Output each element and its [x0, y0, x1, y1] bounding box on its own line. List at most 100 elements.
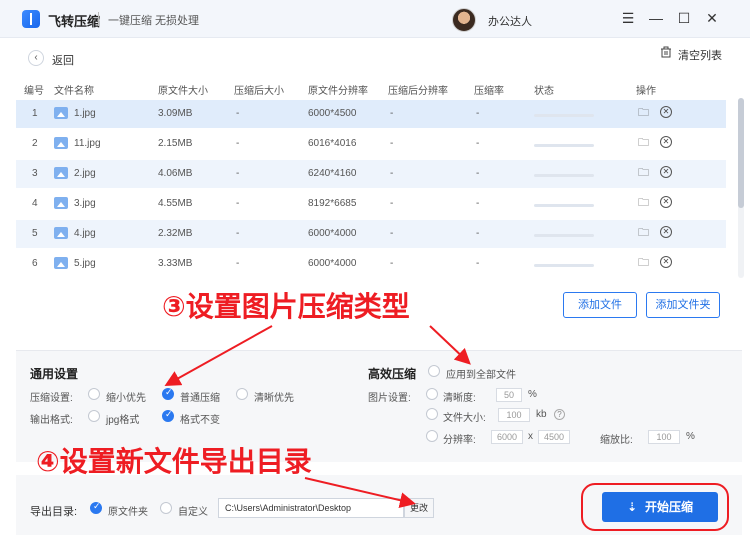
radio-clear-first[interactable]	[236, 388, 248, 400]
radio-apply-all[interactable]	[428, 365, 440, 377]
change-dir-button[interactable]: 更改	[404, 498, 434, 518]
resolution-height-input[interactable]: 4500	[538, 430, 570, 444]
folder-icon[interactable]: 🗀	[638, 167, 650, 179]
cell-rate: -	[476, 108, 480, 119]
radio-small-first[interactable]	[88, 388, 100, 400]
folder-icon[interactable]: 🗀	[638, 107, 650, 119]
cell-size: 3.09MB	[158, 108, 193, 119]
avatar[interactable]	[452, 8, 476, 32]
folder-icon[interactable]: 🗀	[638, 257, 650, 269]
resolution-width-input[interactable]: 6000	[491, 430, 523, 444]
col-size: 原文件大小	[158, 86, 208, 97]
cell-res: 6000*4000	[308, 258, 357, 269]
trash-icon[interactable]	[660, 46, 672, 58]
cell-cres: -	[390, 228, 394, 239]
radio-clarity[interactable]	[426, 388, 438, 400]
opt-jpg[interactable]: jpg格式	[106, 411, 139, 426]
folder-icon[interactable]: 🗀	[638, 227, 650, 239]
table-row[interactable]: 4 3.jpg 4.55MB - 8192*6685 - - 🗀 ✕	[16, 190, 726, 218]
opt-normal[interactable]: 普通压缩	[180, 389, 220, 404]
cell-csize: -	[236, 258, 240, 269]
table-row[interactable]: 2 11.jpg 2.15MB - 6016*4016 - - 🗀 ✕	[16, 130, 726, 158]
app-name: 飞转压缩	[48, 14, 101, 29]
filesize-unit: kb	[536, 409, 547, 420]
scrollbar-thumb[interactable]	[738, 98, 744, 208]
export-path-field[interactable]: C:\Users\Administrator\Desktop	[218, 498, 404, 518]
cell-size: 4.55MB	[158, 198, 193, 209]
folder-icon[interactable]: 🗀	[638, 197, 650, 209]
menu-icon[interactable]: ☰	[618, 8, 638, 28]
clear-list-button[interactable]: 清空列表	[678, 47, 722, 63]
opt-clear-first[interactable]: 清晰优先	[254, 389, 294, 404]
cell-no: 4	[32, 198, 38, 209]
maximize-icon[interactable]: ☐	[674, 8, 694, 28]
image-icon	[54, 107, 68, 119]
filesize-label: 文件大小:	[443, 413, 486, 424]
start-compress-button[interactable]: ⇣ 开始压缩	[602, 492, 718, 522]
remove-icon[interactable]: ✕	[660, 136, 672, 148]
clarity-unit: %	[528, 389, 537, 400]
radio-jpg[interactable]	[88, 410, 100, 422]
app-logo-icon	[22, 10, 40, 28]
cell-rate: -	[476, 228, 480, 239]
minimize-icon[interactable]: —	[646, 8, 666, 28]
cell-res: 6016*4016	[308, 138, 357, 149]
clarity-input[interactable]: 50	[496, 388, 522, 402]
title-bar: 飞转压缩 一键压缩 无损处理 办公达人 ☰ — ☐ ✕	[0, 0, 750, 38]
back-button[interactable]: 返回	[52, 52, 74, 68]
remove-icon[interactable]: ✕	[660, 196, 672, 208]
cell-name: 4.jpg	[74, 228, 96, 239]
radio-custom[interactable]	[160, 502, 172, 514]
radio-source-folder[interactable]	[90, 501, 102, 514]
col-no: 编号	[24, 86, 44, 97]
opt-source-folder[interactable]: 原文件夹	[108, 503, 148, 518]
close-window-icon[interactable]: ✕	[702, 8, 722, 28]
remove-icon[interactable]: ✕	[660, 226, 672, 238]
cell-cres: -	[390, 108, 394, 119]
table-row[interactable]: 6 5.jpg 3.33MB - 6000*4000 - - 🗀 ✕	[16, 250, 726, 278]
radio-filesize[interactable]	[426, 408, 438, 420]
table-row[interactable]: 1 1.jpg 3.09MB - 6000*4500 - - 🗀 ✕	[16, 100, 726, 128]
cell-csize: -	[236, 138, 240, 149]
col-rate: 压缩率	[474, 86, 504, 97]
remove-icon[interactable]: ✕	[660, 166, 672, 178]
remove-icon[interactable]: ✕	[660, 106, 672, 118]
scale-input[interactable]: 100	[648, 430, 680, 444]
apply-all-label[interactable]: 应用到全部文件	[446, 366, 516, 381]
app-subtitle: 一键压缩 无损处理	[108, 15, 200, 27]
cell-name: 3.jpg	[74, 198, 96, 209]
resolution-x: x	[528, 431, 533, 442]
table-row[interactable]: 3 2.jpg 4.06MB - 6240*4160 - - 🗀 ✕	[16, 160, 726, 188]
add-folder-button[interactable]: 添加文件夹	[646, 292, 720, 318]
radio-keep-format[interactable]	[162, 409, 174, 422]
image-setting-label: 图片设置:	[368, 393, 411, 404]
annotation-step4: ④设置新文件导出目录	[36, 445, 312, 478]
cell-name: 5.jpg	[74, 258, 96, 269]
opt-custom[interactable]: 自定义	[178, 503, 208, 518]
cell-size: 2.32MB	[158, 228, 193, 239]
table-row[interactable]: 5 4.jpg 2.32MB - 6000*4000 - - 🗀 ✕	[16, 220, 726, 248]
progress-bar	[534, 174, 594, 177]
back-icon[interactable]: ‹	[28, 50, 44, 66]
remove-icon[interactable]: ✕	[660, 256, 672, 268]
cell-res: 6240*4160	[308, 168, 357, 179]
add-file-button[interactable]: 添加文件	[563, 292, 637, 318]
cell-res: 6000*4500	[308, 108, 357, 119]
cell-csize: -	[236, 168, 240, 179]
progress-bar	[534, 144, 594, 147]
cell-cres: -	[390, 198, 394, 209]
opt-keep-format[interactable]: 格式不变	[180, 411, 220, 426]
cell-csize: -	[236, 198, 240, 209]
help-icon[interactable]: ?	[554, 409, 565, 420]
cell-name: 1.jpg	[74, 108, 96, 119]
image-icon	[54, 167, 68, 179]
username[interactable]: 办公达人	[488, 13, 532, 29]
opt-small-first[interactable]: 缩小优先	[106, 389, 146, 404]
cell-csize: -	[236, 228, 240, 239]
col-csize: 压缩后大小	[234, 86, 284, 97]
filesize-input[interactable]: 100	[498, 408, 530, 422]
folder-icon[interactable]: 🗀	[638, 137, 650, 149]
cell-size: 2.15MB	[158, 138, 193, 149]
radio-normal[interactable]	[162, 387, 174, 400]
radio-resolution[interactable]	[426, 430, 438, 442]
